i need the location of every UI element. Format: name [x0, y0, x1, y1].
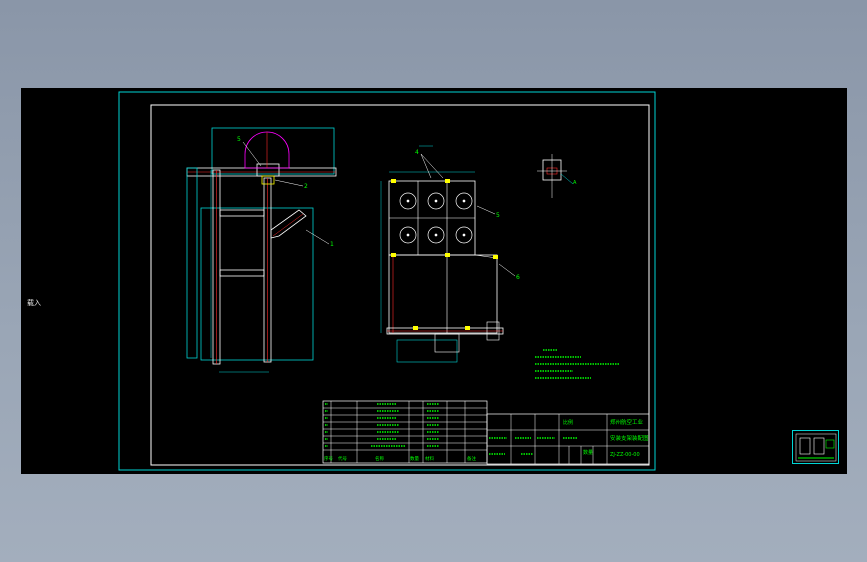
parts-col-name: 名称: [375, 455, 384, 462]
title-block: 郑州航空工业 安装支架装配图 ZJ-ZZ-00-00 比例 数量: [486, 413, 650, 465]
callout-5-side: 5: [237, 136, 241, 143]
callout-1-side: 1: [330, 241, 334, 248]
sheet-outer-frame: [118, 91, 656, 471]
parts-list: 序号 代号 名称 数量 材料 备注: [322, 400, 488, 464]
title-drawing-number: ZJ-ZZ-00-00: [610, 452, 640, 458]
callout-2-side: 2: [304, 183, 308, 190]
detail-view: A: [537, 154, 577, 198]
parts-col-index: 序号: [324, 455, 333, 462]
parts-col-qty: 数量: [410, 455, 419, 462]
sheet-inner-frame: [150, 104, 650, 466]
cad-viewport[interactable]: 载入 5 2 1 4 5 6 A 序号 代号 名称 数量 材料 备注 郑州航空工…: [21, 88, 847, 474]
front-view: 4 5 6: [380, 145, 520, 363]
cad-drawing: 5 2 1 4 5 6 A 序号 代号 名称 数量 材料 备注 郑州航空工业 安…: [118, 91, 656, 471]
title-qty-label: 数量: [583, 449, 593, 456]
callout-4-front: 4: [415, 149, 419, 156]
title-drawing-name: 安装支架装配图: [610, 434, 649, 442]
side-view: 5 2 1: [186, 127, 337, 373]
callout-5-front: 5: [496, 212, 500, 219]
callout-a-detail: A: [573, 180, 577, 186]
parts-col-code: 代号: [338, 455, 347, 462]
callout-6-front: 6: [516, 274, 520, 281]
technical-notes: [535, 349, 619, 379]
parts-col-material: 材料: [425, 455, 434, 462]
title-scale-label: 比例: [563, 419, 573, 426]
title-school: 郑州航空工业: [610, 418, 644, 426]
parts-col-remark: 备注: [467, 455, 476, 462]
model-thumbnail[interactable]: [792, 430, 839, 464]
